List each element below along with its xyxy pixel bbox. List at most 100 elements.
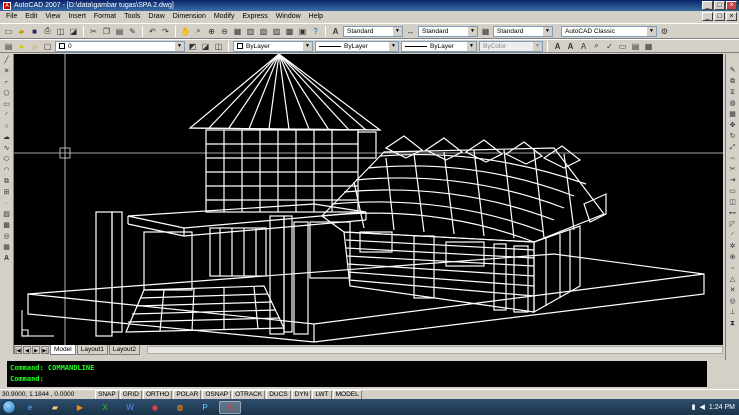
command-input[interactable] bbox=[47, 375, 548, 383]
polyline-icon[interactable]: ⌐ bbox=[1, 78, 12, 88]
snap-toggle[interactable]: SNAP bbox=[95, 389, 119, 400]
layer-manager-icon[interactable]: ▤ bbox=[3, 41, 14, 52]
snap-midpoint-icon[interactable]: △ bbox=[727, 275, 738, 285]
arc-icon[interactable]: ◜ bbox=[1, 111, 12, 121]
rectangle-icon[interactable]: ▭ bbox=[1, 100, 12, 110]
text-scale-icon[interactable]: ▭ bbox=[617, 41, 628, 52]
snap-intersection-icon[interactable]: ✕ bbox=[727, 286, 738, 296]
open-folder-icon[interactable]: ▰ bbox=[16, 26, 27, 37]
menu-window[interactable]: Window bbox=[272, 11, 305, 23]
taskbar-firefox-icon[interactable]: ◍ bbox=[169, 401, 191, 414]
single-line-text-icon[interactable]: A bbox=[565, 41, 576, 52]
stretch-icon[interactable]: ⇔ bbox=[727, 154, 738, 164]
first-tab-icon[interactable]: |◀ bbox=[14, 346, 22, 354]
ortho-toggle[interactable]: ORTHO bbox=[142, 389, 173, 400]
table-style-icon[interactable]: ▦ bbox=[480, 26, 491, 37]
taskbar-media-icon[interactable]: ▶ bbox=[69, 401, 91, 414]
properties-icon[interactable]: ▦ bbox=[232, 26, 243, 37]
command-window[interactable]: Command: COMMANDLINE Command: bbox=[7, 361, 716, 387]
snap-nearest-icon[interactable]: ⧗ bbox=[727, 319, 738, 329]
zoom-realtime-icon[interactable]: ⌕ bbox=[193, 26, 204, 37]
coordinate-readout[interactable]: 30.9000, 1.1844 , 0.0000 bbox=[2, 391, 94, 398]
mirror-icon[interactable]: ⧖ bbox=[727, 88, 738, 98]
next-tab-icon[interactable]: ▶ bbox=[32, 346, 40, 354]
gradient-icon[interactable]: ▩ bbox=[1, 221, 12, 231]
save-icon[interactable]: ■ bbox=[29, 26, 40, 37]
linetype-select[interactable]: ByLayer ▼ bbox=[315, 40, 399, 52]
edit-text-icon[interactable]: A bbox=[578, 41, 589, 52]
menu-file[interactable]: File bbox=[2, 11, 21, 23]
match-properties-icon[interactable]: ✎ bbox=[127, 26, 138, 37]
explode-icon[interactable]: ✲ bbox=[727, 242, 738, 252]
spline-icon[interactable]: ∿ bbox=[1, 144, 12, 154]
tool-palettes-icon[interactable]: ▧ bbox=[258, 26, 269, 37]
doc-close-button[interactable]: × bbox=[726, 12, 737, 21]
clock[interactable]: 1:24 PM bbox=[709, 404, 735, 411]
tab-model[interactable]: Model bbox=[50, 345, 76, 355]
plot-icon[interactable]: ⎙ bbox=[42, 26, 53, 37]
workspace-settings-icon[interactable]: ⚙ bbox=[659, 26, 670, 37]
lightbulb-icon[interactable]: ● bbox=[16, 41, 27, 52]
close-button[interactable]: × bbox=[726, 1, 737, 10]
design-center-icon[interactable]: ▥ bbox=[245, 26, 256, 37]
last-tab-icon[interactable]: ▶| bbox=[41, 346, 49, 354]
construction-line-icon[interactable]: ✕ bbox=[1, 67, 12, 77]
find-replace-icon[interactable]: ⌕ bbox=[591, 41, 602, 52]
taskbar-excel-icon[interactable]: X bbox=[94, 401, 116, 414]
multiline-text-icon[interactable]: A bbox=[552, 41, 563, 52]
make-layer-current-icon[interactable]: ◩ bbox=[187, 41, 198, 52]
minimize-button[interactable]: _ bbox=[702, 1, 713, 10]
volume-icon[interactable]: ◀ bbox=[700, 403, 705, 411]
tab-layout2[interactable]: Layout2 bbox=[108, 345, 140, 355]
doc-restore-button[interactable]: □ bbox=[714, 12, 725, 21]
publish-icon[interactable]: ◪ bbox=[68, 26, 79, 37]
array-icon[interactable]: ▦ bbox=[727, 110, 738, 120]
cut-icon[interactable]: ✂ bbox=[88, 26, 99, 37]
menu-edit[interactable]: Edit bbox=[21, 11, 41, 23]
snap-center-icon[interactable]: ◎ bbox=[727, 297, 738, 307]
ellipse-icon[interactable]: ⬭ bbox=[1, 155, 12, 165]
command-scrollbar[interactable] bbox=[707, 361, 716, 387]
previous-tab-icon[interactable]: ◀ bbox=[23, 346, 31, 354]
undo-icon[interactable]: ↶ bbox=[147, 26, 158, 37]
taskbar-autocad-icon[interactable]: A bbox=[219, 400, 241, 414]
erase-icon[interactable]: ✎ bbox=[727, 66, 738, 76]
calculator-icon[interactable]: ▣ bbox=[297, 26, 308, 37]
taskbar-word-icon[interactable]: W bbox=[119, 401, 141, 414]
menu-view[interactable]: View bbox=[41, 11, 64, 23]
ellipse-arc-icon[interactable]: ◠ bbox=[1, 166, 12, 176]
make-block-icon[interactable]: ⊞ bbox=[1, 188, 12, 198]
object-snap-icon[interactable]: ⊕ bbox=[727, 253, 738, 263]
scale-icon[interactable]: ⤢ bbox=[727, 143, 738, 153]
zoom-window-icon[interactable]: ⊕ bbox=[206, 26, 217, 37]
drawing-canvas[interactable] bbox=[14, 54, 723, 345]
grid-toggle[interactable]: GRID bbox=[119, 389, 142, 400]
taskbar-ie-icon[interactable]: e bbox=[19, 401, 41, 414]
convert-distance-icon[interactable]: ▦ bbox=[643, 41, 654, 52]
autocad-logo-icon[interactable]: A bbox=[3, 1, 11, 10]
layer-select[interactable]: 0 ▼ bbox=[55, 40, 185, 52]
ducs-toggle[interactable]: DUCS bbox=[266, 389, 291, 400]
hatch-icon[interactable]: ▨ bbox=[1, 210, 12, 220]
polar-toggle[interactable]: POLAR bbox=[173, 389, 202, 400]
menu-modify[interactable]: Modify bbox=[210, 11, 239, 23]
taskbar-photoshop-icon[interactable]: P bbox=[194, 401, 216, 414]
insert-block-icon[interactable]: ⧉ bbox=[1, 177, 12, 187]
workspace-select[interactable]: AutoCAD Classic ▼ bbox=[561, 25, 657, 37]
start-button[interactable] bbox=[2, 400, 16, 414]
layer-states-icon[interactable]: ◫ bbox=[213, 41, 224, 52]
menu-express[interactable]: Express bbox=[238, 11, 271, 23]
taskbar-chrome-icon[interactable]: ◉ bbox=[144, 401, 166, 414]
circle-icon[interactable]: ○ bbox=[1, 122, 12, 132]
text-style-select[interactable]: Standard ▼ bbox=[343, 25, 403, 37]
rotate-icon[interactable]: ↻ bbox=[727, 132, 738, 142]
copy-icon[interactable]: ❐ bbox=[101, 26, 112, 37]
menu-draw[interactable]: Draw bbox=[144, 11, 168, 23]
markup-icon[interactable]: ▩ bbox=[284, 26, 295, 37]
spell-check-icon[interactable]: ✓ bbox=[604, 41, 615, 52]
sheet-set-icon[interactable]: ▨ bbox=[271, 26, 282, 37]
dim-style-select[interactable]: Standard ▼ bbox=[418, 25, 478, 37]
zoom-previous-icon[interactable]: ⊖ bbox=[219, 26, 230, 37]
maximize-button[interactable]: □ bbox=[714, 1, 725, 10]
table-icon[interactable]: ▦ bbox=[1, 243, 12, 253]
